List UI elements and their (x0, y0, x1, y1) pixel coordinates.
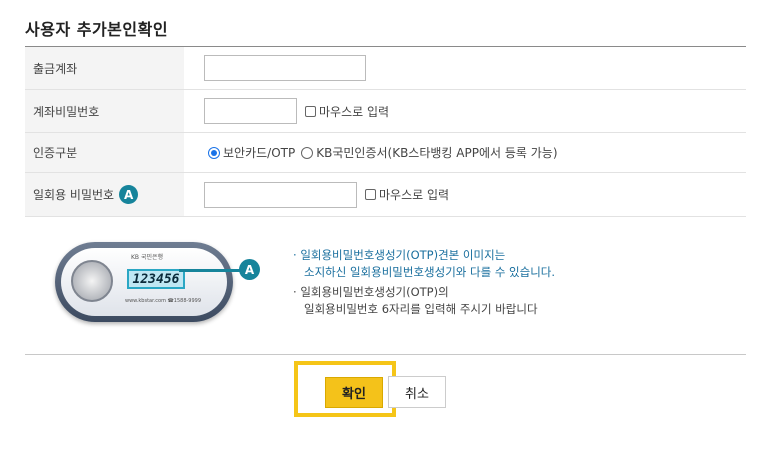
note-line: · 일회용비밀번호생성기(OTP)의 (293, 285, 449, 299)
radio-label: KB국민인증서(KB스타뱅킹 APP에서 등록 가능) (316, 146, 558, 160)
otp-url: www.kbstar.com ☎1588-9999 (125, 298, 202, 304)
otp-password-label: 일회용 비밀번호 (33, 188, 115, 202)
confirm-button[interactable]: 확인 (325, 377, 383, 408)
otp-password-input[interactable] (204, 181, 357, 208)
row-withdraw-account: 출금계좌 (25, 47, 746, 90)
otp-notes: · 일회용비밀번호생성기(OTP)견본 이미지는 소지하신 일회용비밀번호생성기… (293, 247, 555, 318)
radio-unselected-icon[interactable] (301, 146, 314, 159)
note-line: · 일회용비밀번호생성기(OTP)견본 이미지는 (293, 248, 506, 262)
withdraw-account-label: 출금계좌 (25, 47, 184, 89)
note-line: 소지하신 일회용비밀번호생성기와 다를 수 있습니다. (304, 265, 556, 279)
checkbox-icon[interactable] (365, 189, 376, 200)
radio-security-card-otp[interactable]: 보안카드/OTP (208, 144, 295, 161)
radio-kb-certificate[interactable]: KB국민인증서(KB스타뱅킹 APP에서 등록 가능) (301, 144, 558, 161)
row-otp-password: 일회용 비밀번호 A 마우스로 입력 (25, 173, 746, 217)
otp-device-illustration: KB 국민은행 123456 www.kbstar.com ☎1588-9999… (55, 240, 270, 325)
mouse-input-label: 마우스로 입력 (379, 188, 450, 202)
mouse-input-label: 마우스로 입력 (319, 104, 390, 119)
otp-mouse-input-checkbox[interactable]: 마우스로 입력 (365, 186, 449, 203)
account-password-input[interactable] (204, 98, 297, 124)
otp-brand: KB 국민은행 (131, 254, 164, 261)
row-account-password: 계좌비밀번호 마우스로 입력 (25, 90, 746, 133)
verification-form: 출금계좌 계좌비밀번호 마우스로 입력 인증구분 보안카드/OTP KB국민인증… (25, 46, 746, 217)
account-password-mouse-input-checkbox[interactable]: 마우스로 입력 (305, 103, 389, 120)
badge-a-icon: A (119, 185, 139, 204)
withdraw-account-input[interactable] (204, 55, 366, 81)
radio-selected-icon[interactable] (208, 146, 220, 159)
otp-device-button-icon (71, 260, 113, 302)
auth-type-label: 인증구분 (25, 133, 184, 172)
page-title: 사용자 추가본인확인 (25, 20, 169, 39)
otp-pointer-line (179, 269, 241, 272)
otp-display: 123456 (127, 269, 185, 289)
checkbox-icon[interactable] (305, 105, 316, 117)
otp-device-body: KB 국민은행 123456 www.kbstar.com ☎1588-9999 (55, 242, 233, 322)
cancel-button[interactable]: 취소 (388, 376, 446, 408)
radio-label: 보안카드/OTP (223, 146, 296, 160)
badge-a-icon: A (239, 259, 260, 280)
divider (25, 354, 746, 355)
note-line: 일회용비밀번호 6자리를 입력해 주시기 바랍니다 (304, 302, 538, 316)
row-auth-type: 인증구분 보안카드/OTP KB국민인증서(KB스타뱅킹 APP에서 등록 가능… (25, 133, 746, 173)
account-password-label: 계좌비밀번호 (25, 90, 184, 132)
